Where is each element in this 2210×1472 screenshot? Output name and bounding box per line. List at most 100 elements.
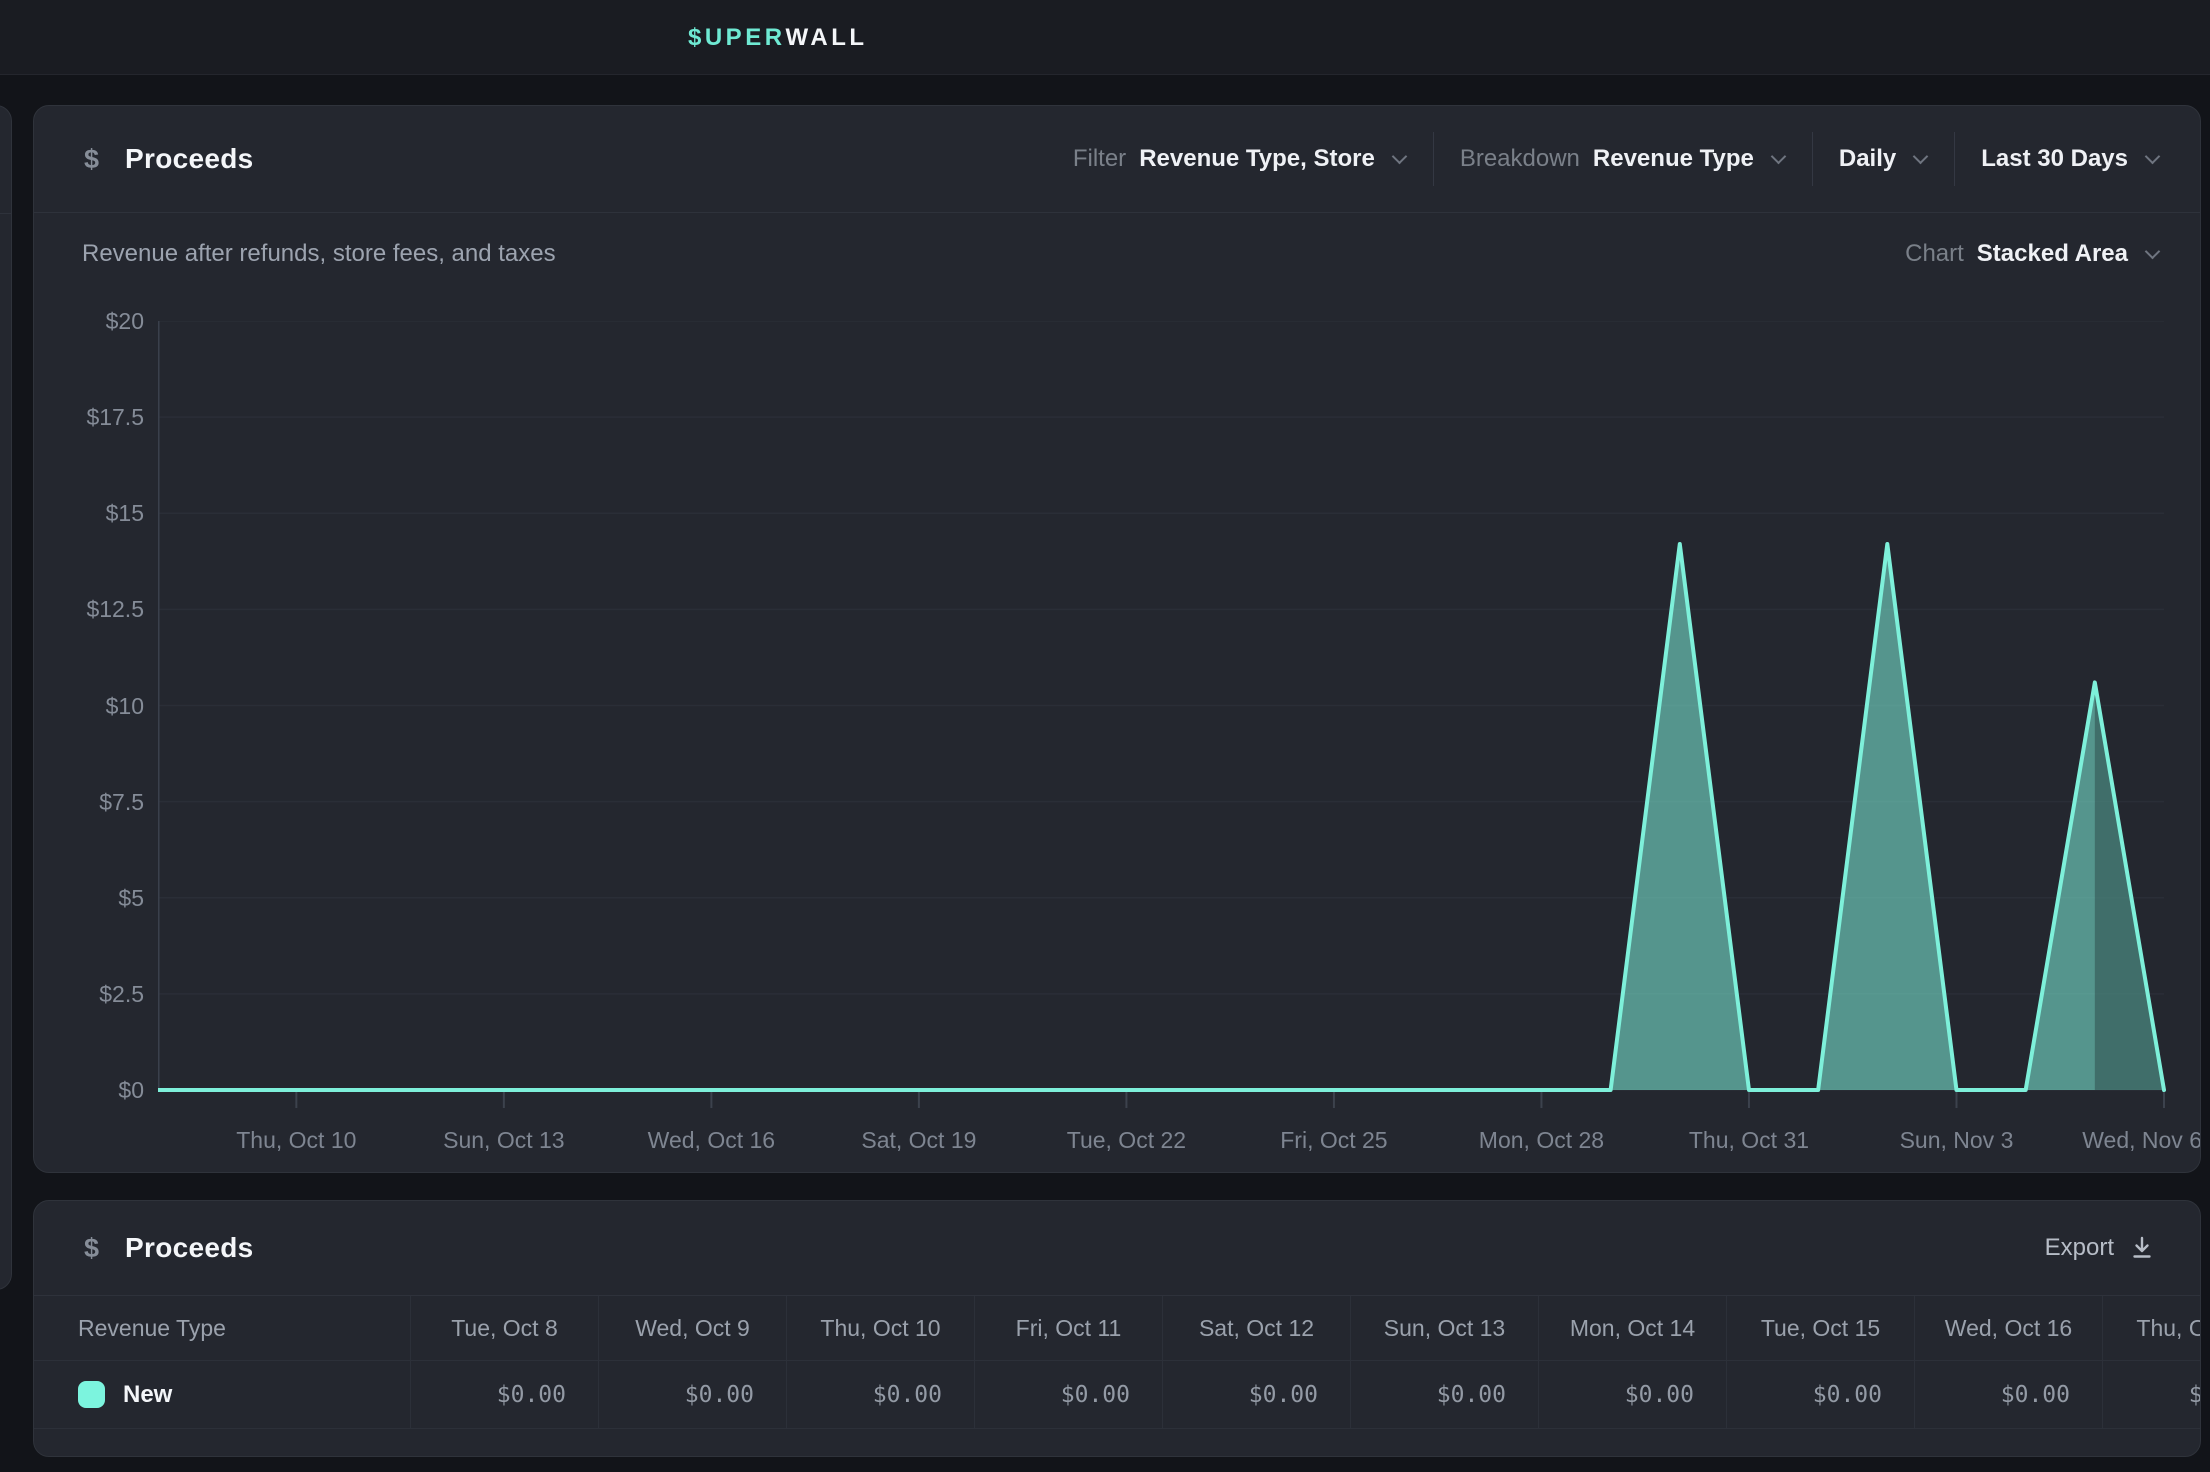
y-tick-label: $5 <box>42 884 144 912</box>
y-tick-label: $7.5 <box>42 788 144 816</box>
value-text: $0.00 <box>2001 1382 2070 1408</box>
column-header-date: Thu, Oct 10 <box>786 1296 974 1360</box>
export-label: Export <box>2045 1234 2114 1262</box>
value-text: $0.00 <box>685 1382 754 1408</box>
table-card-header: $ Proceeds Export <box>34 1201 2200 1296</box>
dollar-icon: $ <box>84 144 99 175</box>
value-cell: $0.00 <box>1914 1361 2102 1428</box>
value-cell: $0.00 <box>1726 1361 1914 1428</box>
column-header-date: Sun, Oct 13 <box>1350 1296 1538 1360</box>
column-header-text: Thu, Oct 10 <box>820 1315 940 1342</box>
chart-type-value: Stacked Area <box>1977 240 2128 268</box>
x-tick-label: Sat, Oct 19 <box>861 1127 976 1153</box>
x-tick-label: Sun, Nov 3 <box>1900 1127 2014 1153</box>
filter-value: Revenue Type, Store <box>1139 145 1375 173</box>
x-tick-label: Mon, Oct 28 <box>1479 1127 1604 1153</box>
y-tick-label: $2.5 <box>42 980 144 1008</box>
x-tick-label: Thu, Oct 10 <box>236 1127 356 1153</box>
value-text: $0.00 <box>497 1382 566 1408</box>
chart-sub-header: Revenue after refunds, store fees, and t… <box>34 213 2200 295</box>
export-button[interactable]: Export <box>2045 1234 2156 1262</box>
incomplete-period-shade <box>2095 321 2164 1090</box>
series-line <box>158 544 2164 1090</box>
y-tick-label: $0 <box>42 1076 144 1104</box>
dollar-icon: $ <box>84 1233 99 1264</box>
x-tick-label: Fri, Oct 25 <box>1280 1127 1387 1153</box>
y-tick-label: $10 <box>42 692 144 720</box>
column-header-date: Fri, Oct 11 <box>974 1296 1162 1360</box>
divider <box>1433 132 1434 186</box>
value-cell: $0.00 <box>786 1361 974 1428</box>
interval-value: Daily <box>1839 145 1896 173</box>
column-header-date: Tue, Oct 15 <box>1726 1296 1914 1360</box>
chart-controls: Filter Revenue Type, Store Breakdown Rev… <box>1073 132 2160 186</box>
logo-prefix: $UPER <box>688 24 786 52</box>
table-card-title: Proceeds <box>125 1232 253 1264</box>
column-header-date: Tue, Oct 8 <box>410 1296 598 1360</box>
y-tick-label: $12.5 <box>42 595 144 623</box>
value-cell: $0.00 <box>598 1361 786 1428</box>
chart-canvas[interactable]: Thu, Oct 10Sun, Oct 13Wed, Oct 16Sat, Oc… <box>158 321 2201 1173</box>
filter-label: Filter <box>1073 145 1126 173</box>
column-header-date: Wed, Oct 9 <box>598 1296 786 1360</box>
chart-subtitle: Revenue after refunds, store fees, and t… <box>82 240 556 268</box>
x-tick-label: Thu, Oct 31 <box>1689 1127 1809 1153</box>
table-header-row: Revenue Type Tue, Oct 8 Wed, Oct 9 Thu, Oct… <box>34 1296 2200 1361</box>
breakdown-label: Breakdown <box>1460 145 1580 173</box>
chart-type-label: Chart <box>1905 240 1964 268</box>
download-icon <box>2128 1234 2156 1262</box>
value-cell: $0.00 <box>1162 1361 1350 1428</box>
value-cell: $0.00 <box>974 1361 1162 1428</box>
column-header-text: Wed, Oct 16 <box>1945 1315 2072 1342</box>
y-tick-label: $17.5 <box>42 403 144 431</box>
area-fill <box>158 544 2164 1090</box>
date-range-dropdown[interactable]: Last 30 Days <box>1981 145 2160 173</box>
superwall-logo[interactable]: $UPERWALL <box>688 0 868 75</box>
proceeds-chart-card: $ Proceeds Filter Revenue Type, Store Br… <box>33 105 2201 1173</box>
value-cell: $0.00 <box>410 1361 598 1428</box>
chart-card-header: $ Proceeds Filter Revenue Type, Store Br… <box>34 106 2200 213</box>
divider <box>1954 132 1955 186</box>
column-header-revenue-type: Revenue Type <box>34 1296 410 1360</box>
chart-card-title: Proceeds <box>125 143 253 175</box>
chart-card-title-wrap: $ Proceeds <box>84 143 254 175</box>
column-header-text: Revenue Type <box>78 1315 226 1342</box>
proceeds-table-card: $ Proceeds Export Revenue Type Tue, Oct 8… <box>33 1200 2201 1457</box>
value-text: $0.00 <box>1813 1382 1882 1408</box>
breakdown-dropdown[interactable]: Breakdown Revenue Type <box>1460 145 1786 173</box>
value-text: $0.00 <box>1625 1382 1694 1408</box>
x-tick-label: Sun, Oct 13 <box>443 1127 564 1153</box>
column-header-text: Tue, Oct 8 <box>451 1315 558 1342</box>
adjacent-card-edge <box>0 105 12 1290</box>
value-cell: $0.00 <box>1538 1361 1726 1428</box>
chevron-down-icon <box>1392 148 1408 164</box>
column-header-text: Sun, Oct 13 <box>1384 1315 1505 1342</box>
y-tick-label: $15 <box>42 499 144 527</box>
interval-dropdown[interactable]: Daily <box>1839 145 1928 173</box>
value-text: $0.00 <box>1249 1382 1318 1408</box>
value-text: $0.00 <box>1437 1382 1506 1408</box>
value-cell: $0.00 <box>2102 1361 2201 1428</box>
column-header-date: Mon, Oct 14 <box>1538 1296 1726 1360</box>
column-header-date: Thu, Oct 17 <box>2102 1296 2201 1360</box>
divider <box>0 213 11 214</box>
filter-dropdown[interactable]: Filter Revenue Type, Store <box>1073 145 1407 173</box>
chevron-down-icon <box>1913 148 1929 164</box>
y-tick-label: $20 <box>42 307 144 335</box>
x-tick-label: Tue, Oct 22 <box>1067 1127 1186 1153</box>
column-header-text: Fri, Oct 11 <box>1016 1315 1122 1342</box>
column-header-text: Wed, Oct 9 <box>635 1315 750 1342</box>
value-cell: $0.00 <box>1350 1361 1538 1428</box>
table-body: New$0.00$0.00$0.00$0.00$0.00$0.00$0.00$0… <box>34 1361 2200 1429</box>
value-text: $0.00 <box>1061 1382 1130 1408</box>
date-range-value: Last 30 Days <box>1981 145 2128 173</box>
chart-type-dropdown[interactable]: Chart Stacked Area <box>1905 240 2160 268</box>
x-tick-label: Wed, Nov 6 <box>2082 1127 2201 1153</box>
chevron-down-icon <box>1771 148 1787 164</box>
column-header-text: Tue, Oct 15 <box>1761 1315 1880 1342</box>
value-text: $0.00 <box>873 1382 942 1408</box>
logo-suffix: WALL <box>786 24 868 52</box>
top-bar: $UPERWALL <box>0 0 2210 75</box>
chevron-down-icon <box>2145 243 2161 259</box>
column-header-text: Thu, Oct 17 <box>2136 1315 2201 1342</box>
